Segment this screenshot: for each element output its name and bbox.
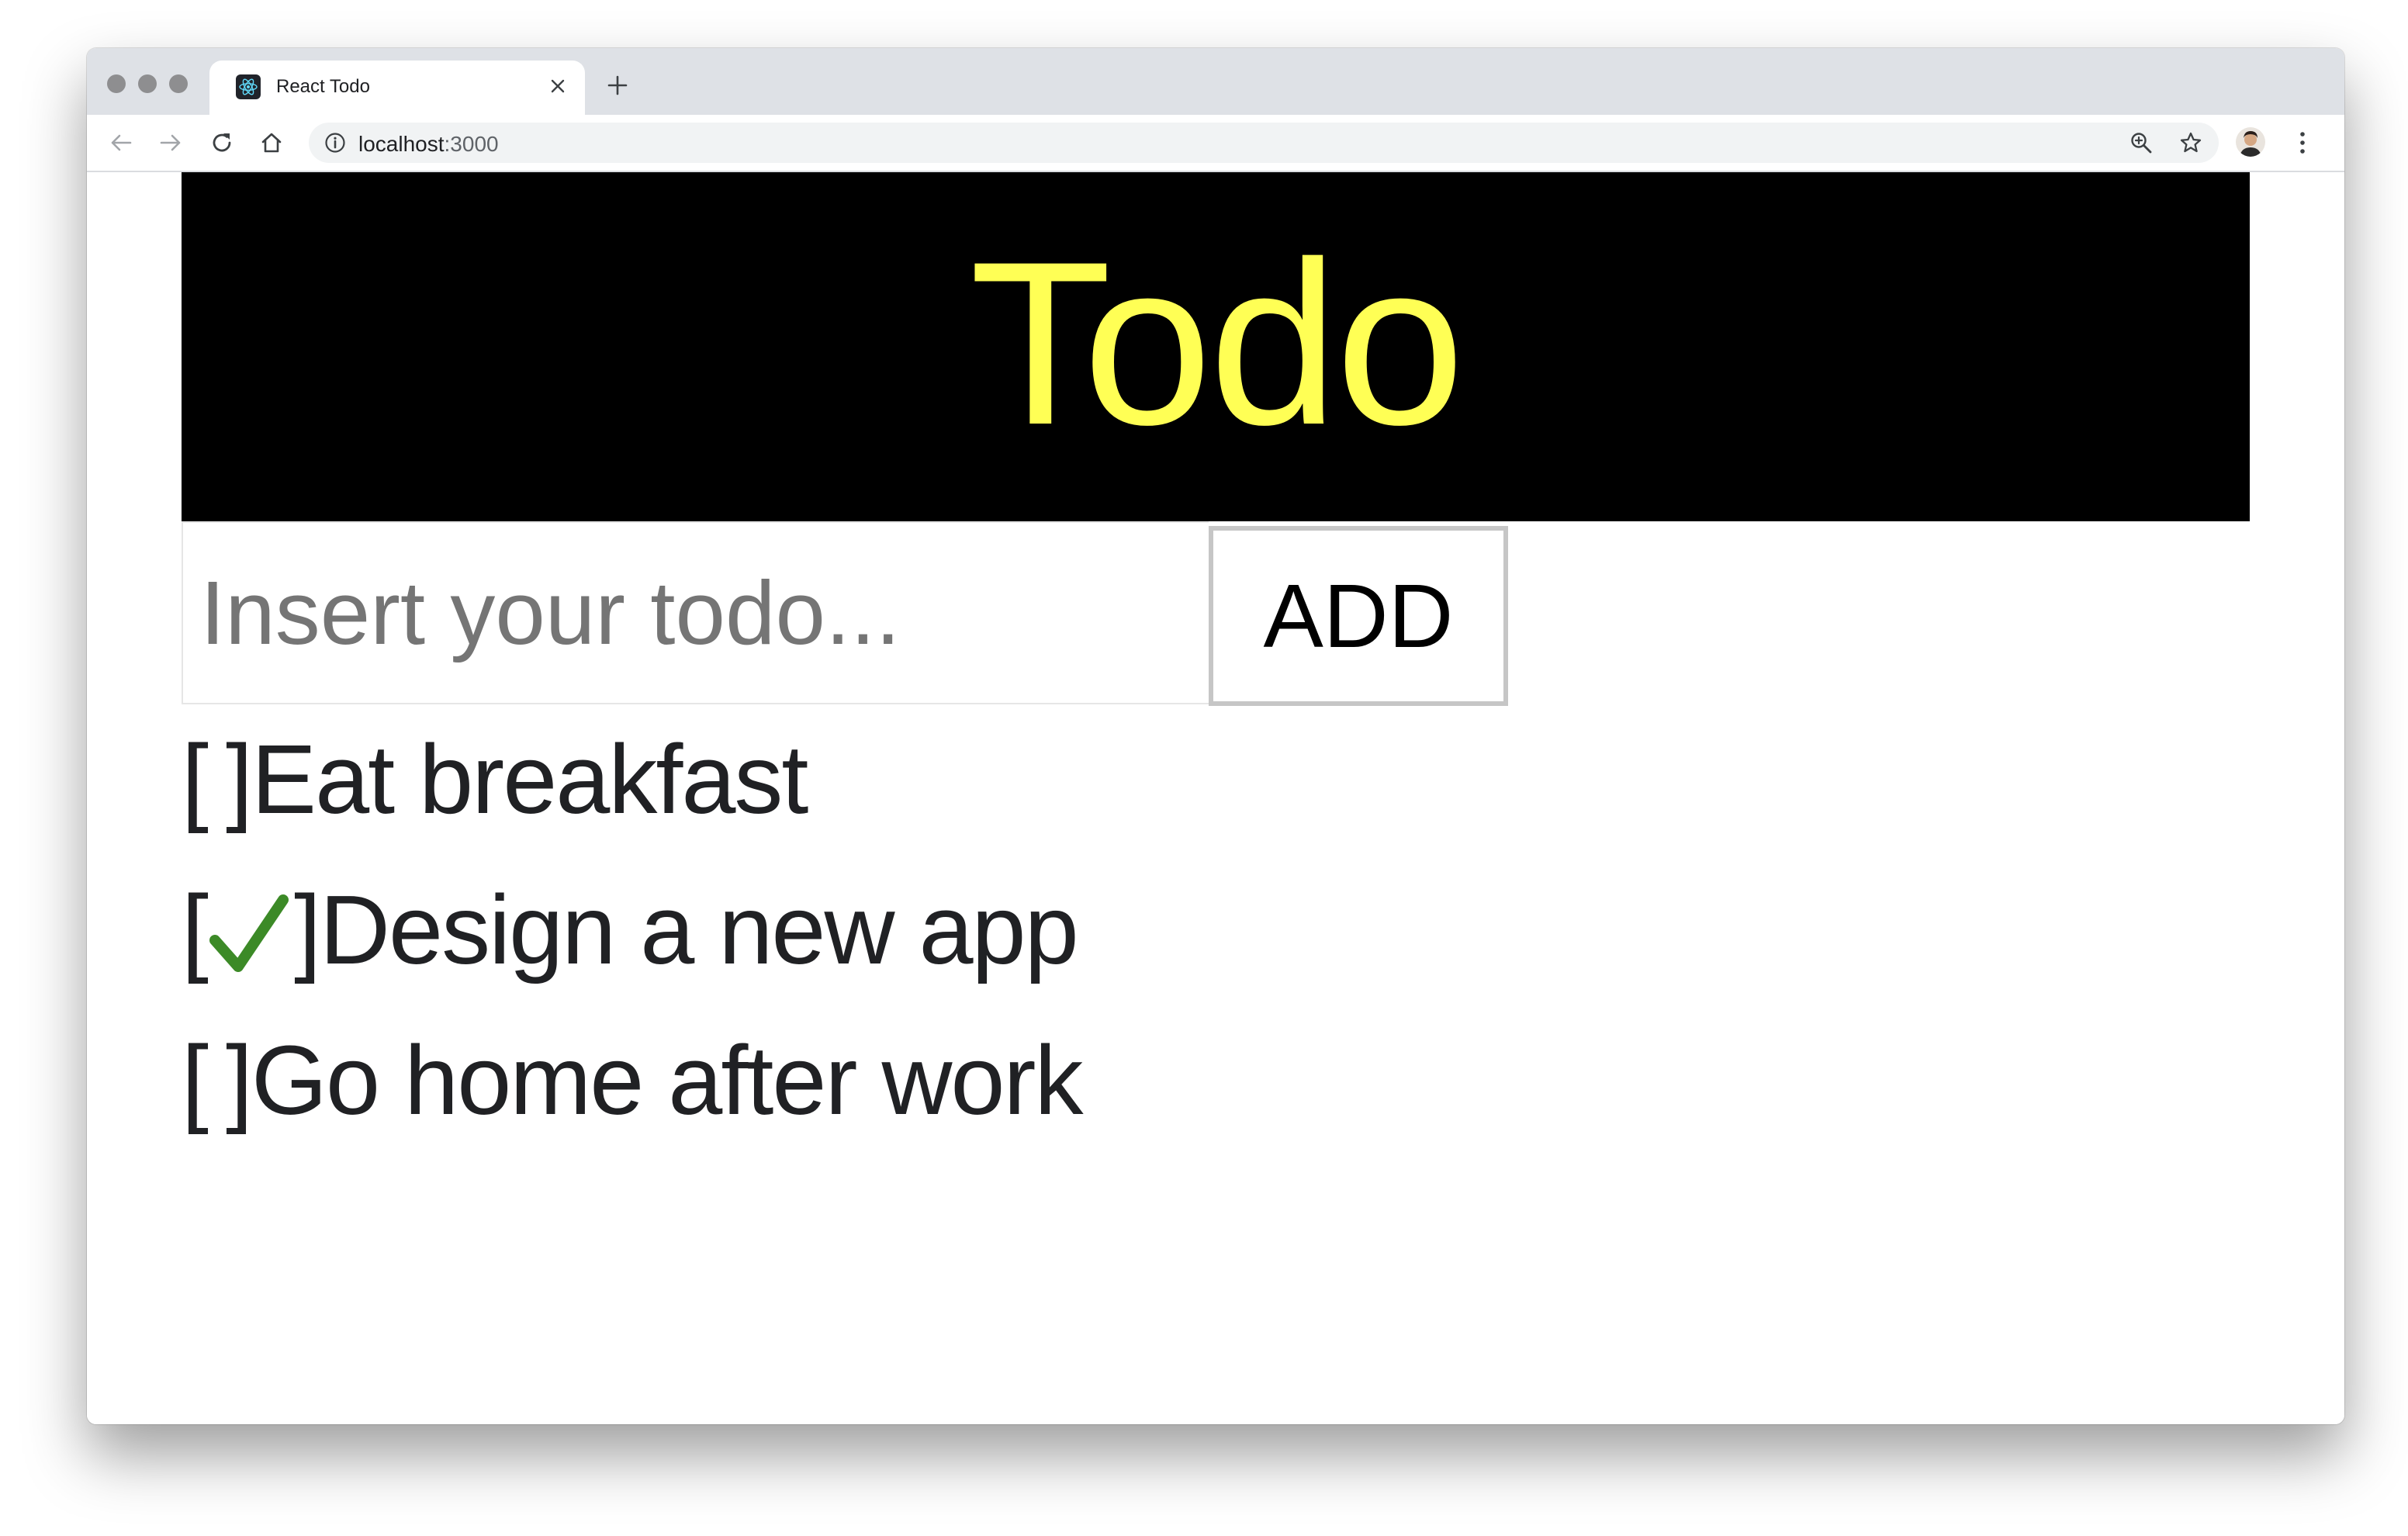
add-button[interactable]: ADD <box>1209 526 1508 706</box>
checkbox-open-bracket: [ <box>182 725 209 834</box>
reload-icon[interactable] <box>205 126 239 160</box>
react-favicon-icon <box>236 74 261 99</box>
todo-item[interactable]: [] Eat breakfast <box>182 731 1081 881</box>
page-content: Todo ADD []Eat breakfast []Design a new … <box>87 172 2344 1424</box>
todo-text: Eat breakfast <box>251 725 808 834</box>
browser-toolbar: localhost:3000 <box>87 115 2344 172</box>
checkbox-open-bracket: [ <box>182 1026 209 1135</box>
todo-item[interactable]: [] Go home after work <box>182 1026 1083 1182</box>
todo-input[interactable] <box>182 521 1209 704</box>
close-window-button[interactable] <box>107 74 126 93</box>
header-banner: Todo <box>182 172 2250 521</box>
home-icon[interactable] <box>254 126 289 160</box>
forward-arrow-icon[interactable] <box>154 126 188 160</box>
todo-list: [] Eat breakfast [] Design a new app [] Go … <box>182 731 1083 1182</box>
tab-close-icon[interactable] <box>545 73 571 99</box>
todo-item[interactable]: [] Design a new app <box>182 881 1081 1032</box>
todo-text: Go home after work <box>251 1026 1083 1135</box>
back-arrow-icon[interactable] <box>104 126 138 160</box>
page-title: Todo <box>969 213 1465 473</box>
zoom-icon[interactable] <box>2127 129 2155 157</box>
check-icon <box>207 889 294 987</box>
checkbox-open-bracket: [ <box>182 875 209 984</box>
tab-title: React Todo <box>276 76 370 97</box>
bookmark-star-icon[interactable] <box>2177 129 2205 157</box>
browser-tab[interactable]: React Todo <box>209 61 585 115</box>
url-port: :3000 <box>444 132 499 156</box>
url-host: localhost <box>358 132 445 156</box>
browser-window: React Todo localhost:3000 Todo Insert yo… <box>87 48 2344 1424</box>
todo-text: Design a new app <box>320 875 1079 984</box>
new-tab-plus-icon[interactable] <box>602 70 633 101</box>
site-info-icon[interactable] <box>324 132 346 154</box>
minimize-window-button[interactable] <box>138 74 157 93</box>
todo-form: ADD <box>182 521 1511 707</box>
maximize-window-button[interactable] <box>169 74 188 93</box>
kebab-menu-icon[interactable] <box>2289 126 2316 160</box>
address-bar[interactable]: localhost:3000 <box>309 123 2219 163</box>
checkbox-close-bracket: ] <box>226 725 253 834</box>
tab-strip: React Todo <box>87 48 2344 115</box>
address-url: localhost:3000 <box>358 132 499 157</box>
profile-avatar[interactable] <box>2236 127 2265 157</box>
checkbox-close-bracket: ] <box>294 875 321 984</box>
checkbox-close-bracket: ] <box>226 1026 253 1135</box>
